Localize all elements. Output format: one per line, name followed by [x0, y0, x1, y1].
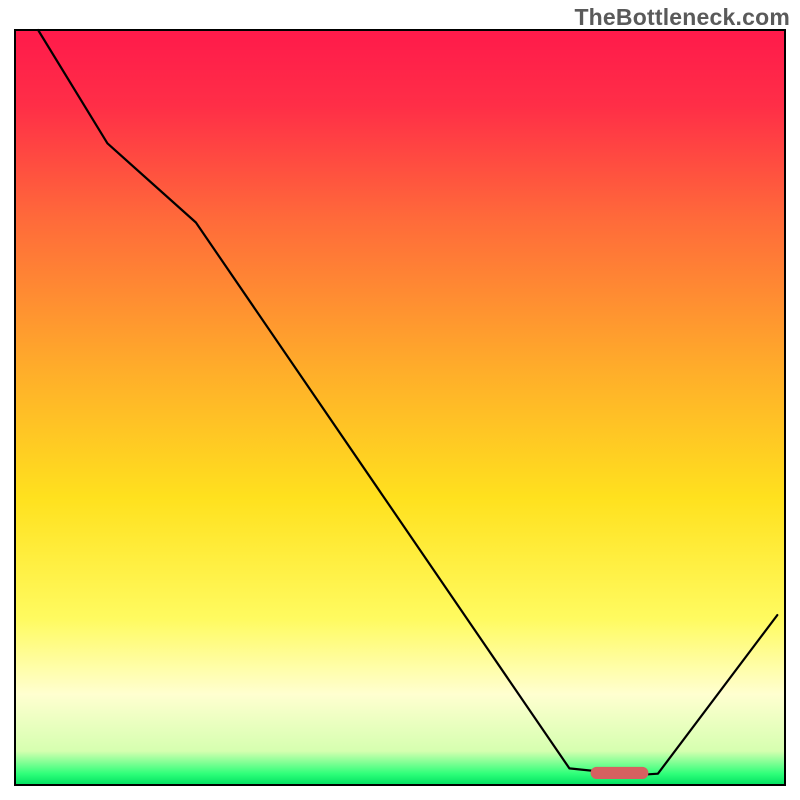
- bottleneck-chart: [0, 0, 800, 800]
- chart-stage: TheBottleneck.com: [0, 0, 800, 800]
- target-range-marker: [591, 767, 649, 779]
- plot-background: [15, 30, 785, 785]
- watermark-text: TheBottleneck.com: [574, 4, 790, 31]
